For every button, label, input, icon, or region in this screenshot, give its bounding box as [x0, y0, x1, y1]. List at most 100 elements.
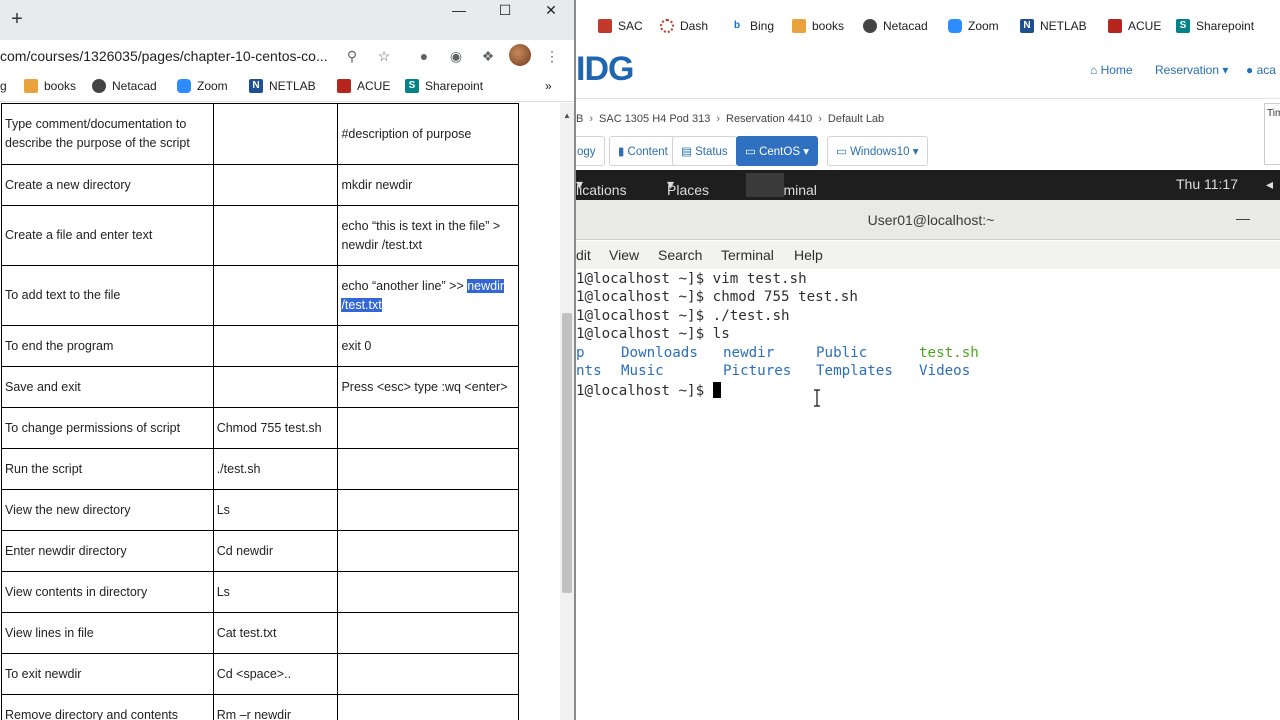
places-menu[interactable]: Places ▾: [667, 176, 709, 198]
bookmark-icon: [792, 19, 806, 33]
minimize-button[interactable]: —: [436, 0, 482, 22]
user-icon: ●: [1246, 63, 1254, 77]
search-icon[interactable]: ⚲: [342, 46, 362, 66]
bookmark-g[interactable]: g: [0, 79, 7, 93]
extension-icon[interactable]: ●: [414, 46, 434, 66]
example-cell: echo “this is text in the file” > newdir…: [337, 205, 519, 266]
example-cell: [337, 653, 519, 695]
bookmark-zoom[interactable]: Zoom: [948, 19, 999, 33]
chevron-right-icon[interactable]: »: [545, 79, 552, 93]
task-cell: Enter newdir directory: [1, 530, 214, 572]
right-browser-window: SAC Dash b Bing books Netacad Zoom N NETLA…: [576, 0, 1280, 720]
bookmark-acue[interactable]: ACUE: [337, 79, 390, 93]
home-link[interactable]: ⌂ Home: [1090, 63, 1133, 77]
menu-edit[interactable]: dit: [576, 247, 591, 263]
example-cell: echo “another line” >> newdir/test.txt: [337, 265, 519, 326]
selected-text[interactable]: newdir: [467, 278, 505, 293]
tab-topology[interactable]: ogy: [576, 136, 605, 166]
ls-entry: Pictures: [723, 363, 792, 379]
command-cell: [212, 366, 339, 408]
menu-search[interactable]: Search: [658, 247, 702, 263]
acue-icon: [337, 79, 351, 93]
address-bar: com/courses/1326035/pages/chapter-10-cen…: [0, 40, 574, 72]
command-cell: Ls: [212, 571, 339, 613]
tab-content[interactable]: ▮ Content: [609, 136, 677, 166]
tab-centos[interactable]: ▭ CentOS ▾: [736, 136, 818, 166]
maximize-button[interactable]: ☐: [482, 0, 528, 22]
sharepoint-icon: S: [1176, 19, 1190, 33]
table-row: View lines in file Cat test.txt: [1, 612, 519, 654]
chevron-right-icon: ›: [818, 113, 822, 125]
task-cell: Create a file and enter text: [1, 205, 214, 266]
task-cell: View lines in file: [1, 612, 214, 654]
table-row: Create a new directory mkdir newdir: [1, 164, 519, 206]
breadcrumb-item[interactable]: Reservation 4410: [726, 113, 812, 125]
table-row: View contents in directory Ls: [1, 571, 519, 613]
bookmark-netlab[interactable]: N NETLAB: [1020, 19, 1087, 33]
terminal-output[interactable]: 1@localhost ~]$ vim test.sh 1@localhost …: [576, 269, 1280, 720]
star-icon[interactable]: ☆: [374, 46, 394, 66]
bookmark-netacad[interactable]: Netacad: [92, 79, 157, 93]
avatar[interactable]: [509, 44, 531, 66]
minimize-button[interactable]: —: [1236, 210, 1250, 226]
bookmark-sharepoint[interactable]: S Sharepoint: [405, 79, 483, 93]
menu-help[interactable]: Help: [794, 247, 823, 263]
terminal-menubar: dit View Search Terminal Help: [576, 241, 1280, 269]
netlab-icon: N: [249, 79, 263, 93]
reservation-menu[interactable]: Reservation ▾: [1155, 63, 1228, 77]
document-body: Type comment/documentation to describe t…: [0, 103, 560, 720]
bookmark-books[interactable]: books: [24, 79, 76, 93]
task-cell: Save and exit: [1, 366, 214, 408]
terminal-prompt[interactable]: 1@localhost ~]$: [576, 382, 721, 401]
bookmark-dash[interactable]: Dash: [660, 19, 708, 33]
table-row: Create a file and enter text echo “this …: [1, 205, 519, 266]
bookmark-books[interactable]: books: [792, 19, 844, 33]
ls-entry: nts: [576, 363, 602, 379]
tab-windows10[interactable]: ▭ Windows10 ▾: [827, 136, 928, 166]
caret-down-icon: ▾: [803, 146, 809, 158]
vertical-scrollbar[interactable]: ▲: [560, 103, 574, 720]
bookmark-acue[interactable]: ACUE: [1108, 19, 1161, 33]
close-button[interactable]: ✕: [528, 0, 574, 22]
breadcrumb-item[interactable]: B: [576, 113, 583, 125]
extension-2-icon[interactable]: ◉: [446, 46, 466, 66]
clock[interactable]: Thu 11:17: [1176, 176, 1238, 192]
bookmark-zoom[interactable]: Zoom: [177, 79, 228, 93]
terminal-line: 1@localhost ~]$ ls: [576, 326, 730, 342]
ls-entry: Templates: [816, 363, 893, 379]
text-cursor: [712, 382, 721, 398]
kebab-menu-icon[interactable]: ⋮: [542, 46, 562, 66]
bookmark-netlab[interactable]: N NETLAB: [249, 79, 316, 93]
bookmark-icon: [598, 19, 612, 33]
breadcrumb-item: Default Lab: [827, 113, 885, 125]
table-row: To change permissions of script Chmod 75…: [1, 407, 519, 449]
ls-entry: p: [576, 345, 585, 361]
menu-view[interactable]: View: [609, 247, 639, 263]
bookmark-sac[interactable]: SAC: [598, 19, 643, 33]
table-row: Remove directory and contents Rm –r newd…: [1, 694, 519, 720]
terminal-titlebar: User01@localhost:~ —: [576, 200, 1280, 240]
bookmark-sharepoint[interactable]: S Sharepoint: [1176, 19, 1254, 33]
ls-entry: Public: [816, 345, 868, 361]
netlab-icon: N: [1020, 19, 1034, 33]
example-cell: [337, 448, 519, 490]
new-tab-button[interactable]: +: [6, 8, 28, 30]
tab-status[interactable]: ▤ Status: [672, 136, 737, 166]
example-text: echo “another line” >>: [341, 278, 468, 293]
breadcrumb-item[interactable]: SAC 1305 H4 Pod 313: [599, 113, 710, 125]
task-cell: To change permissions of script: [1, 407, 214, 449]
applications-menu[interactable]: lications ▾: [576, 176, 627, 198]
url-field[interactable]: com/courses/1326035/pages/chapter-10-cen…: [0, 48, 328, 64]
table-row: Run the script ./test.sh: [1, 448, 519, 490]
puzzle-icon[interactable]: ❖: [478, 46, 498, 66]
scrollbar-thumb[interactable]: [562, 313, 572, 593]
volume-icon[interactable]: ◂: [1266, 176, 1273, 193]
selected-text[interactable]: /test.txt: [341, 297, 382, 312]
bookmark-netacad[interactable]: Netacad: [863, 19, 928, 33]
scroll-up-icon[interactable]: ▲: [563, 111, 571, 120]
bookmark-bing[interactable]: b Bing: [730, 19, 774, 33]
globe-icon: [92, 79, 106, 93]
example-cell: exit 0: [337, 325, 519, 367]
user-menu[interactable]: ● aca: [1246, 63, 1276, 77]
menu-terminal[interactable]: Terminal: [721, 247, 774, 263]
